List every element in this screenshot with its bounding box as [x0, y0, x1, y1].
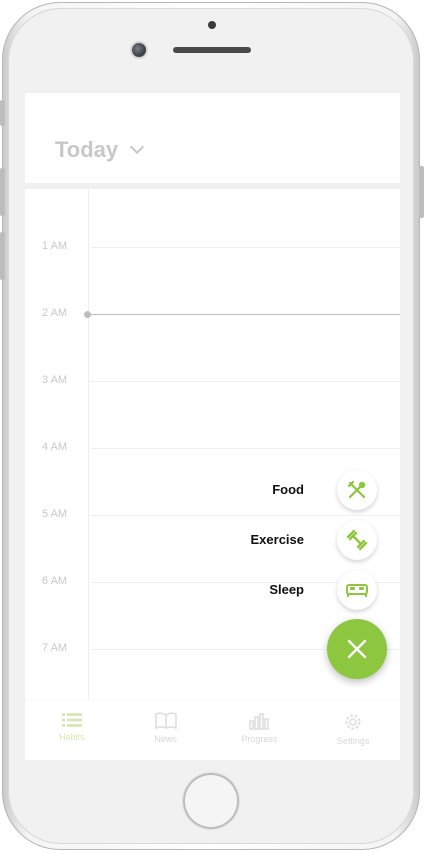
add-exercise-button[interactable] [337, 520, 377, 560]
tab-label: Settings [336, 736, 370, 746]
proximity-sensor [208, 21, 216, 29]
hour-label: 4 AM [42, 441, 68, 453]
earpiece-speaker [173, 47, 251, 53]
hour-label: 2 AM [42, 307, 68, 319]
app-screen: Today 1 AM 2 AM 3 AM 4 AM 5 AM 6 AM 7 AM… [25, 93, 400, 760]
tab-news[interactable]: News [126, 700, 206, 760]
close-fab-button[interactable] [327, 619, 387, 679]
close-icon [347, 639, 367, 659]
tab-label: Progress [241, 734, 278, 744]
hour-divider [90, 381, 400, 382]
fab-label-food[interactable]: Food [184, 482, 304, 497]
volume-up-button [0, 168, 5, 216]
tab-label: News [154, 734, 177, 744]
app-header: Today [25, 93, 400, 189]
page-title: Today [55, 137, 119, 162]
tab-habits[interactable]: Habits [32, 700, 112, 760]
gear-icon [345, 714, 361, 730]
mute-switch [0, 100, 5, 126]
volume-down-button [0, 232, 5, 280]
tab-settings[interactable]: Settings [313, 700, 393, 760]
power-button [419, 166, 424, 218]
hour-row-5am: 5 AM [25, 508, 400, 520]
tab-progress[interactable]: Progress [219, 700, 299, 760]
front-camera [132, 43, 146, 57]
date-selector[interactable]: Today [55, 137, 145, 163]
hour-label: 1 AM [42, 240, 68, 252]
hour-label: 6 AM [42, 575, 68, 587]
list-icon [61, 713, 82, 727]
hour-divider [90, 247, 400, 248]
chevron-down-icon [130, 139, 145, 155]
hour-label: 5 AM [42, 508, 68, 520]
home-button[interactable] [183, 773, 239, 829]
hour-row-1am: 1 AM [25, 240, 400, 252]
bottom-tab-bar: Habits News Progress Settings [25, 700, 400, 760]
add-sleep-button[interactable] [337, 570, 377, 610]
current-time-dot [84, 311, 91, 318]
current-time-line [88, 314, 400, 315]
hour-row-3am: 3 AM [25, 374, 400, 386]
bed-icon [346, 584, 368, 597]
fab-label-sleep[interactable]: Sleep [184, 582, 304, 597]
bar-chart-icon [249, 713, 270, 730]
book-icon [154, 712, 177, 730]
hour-divider [90, 448, 400, 449]
hour-divider [90, 515, 400, 516]
hour-row-4am: 4 AM [25, 441, 400, 453]
tab-label: Habits [59, 732, 85, 742]
add-food-button[interactable] [337, 470, 377, 510]
dumbbell-icon [346, 529, 368, 551]
hour-label: 7 AM [42, 642, 68, 654]
hour-label: 3 AM [42, 374, 68, 386]
timeline-axis [88, 189, 89, 699]
fab-label-exercise[interactable]: Exercise [184, 532, 305, 547]
fork-spoon-icon [347, 480, 366, 499]
